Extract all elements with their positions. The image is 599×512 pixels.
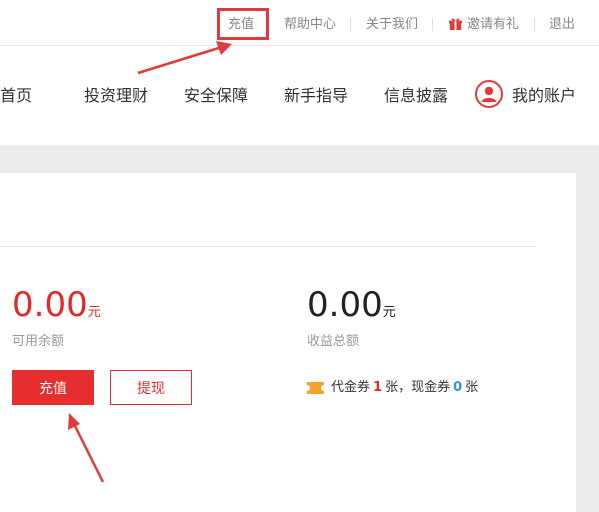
- top-link-help-center[interactable]: 帮助中心: [284, 16, 336, 33]
- top-utility-bar: 充值 帮助中心 关于我们 邀请有礼 退出: [0, 0, 599, 46]
- recharge-button[interactable]: 充值: [12, 370, 94, 405]
- divider: [350, 18, 351, 31]
- total-income-label: 收益总额: [307, 334, 360, 349]
- voucher-unit: 张，现金券: [385, 380, 451, 395]
- top-link-invite[interactable]: 邀请有礼: [467, 16, 519, 33]
- available-balance-value: 0.00元: [12, 285, 101, 333]
- total-income-value: 0.00元: [307, 285, 396, 333]
- top-link-logout[interactable]: 退出: [549, 16, 575, 33]
- available-balance-amount: 0.00: [12, 285, 88, 325]
- divider: [432, 18, 433, 31]
- card-divider: [0, 246, 536, 247]
- nav-item-home[interactable]: 首页: [0, 86, 32, 106]
- recharge-highlight-box: [217, 8, 269, 40]
- main-nav: 首页 投资理财 安全保障 新手指导 信息披露 我的账户: [0, 46, 599, 144]
- total-income-amount: 0.00: [307, 285, 383, 325]
- available-balance-label: 可用余额: [12, 334, 65, 349]
- voucher-count[interactable]: 1: [373, 380, 382, 395]
- nav-item-investment[interactable]: 投资理财: [84, 86, 148, 106]
- cash-coupon-unit: 张: [465, 380, 479, 395]
- account-card: [0, 173, 576, 512]
- nav-item-disclosure[interactable]: 信息披露: [384, 86, 448, 106]
- nav-item-security[interactable]: 安全保障: [184, 86, 248, 106]
- gift-icon: [448, 18, 463, 31]
- available-balance-unit: 元: [87, 305, 101, 320]
- top-link-about-us[interactable]: 关于我们: [366, 16, 418, 33]
- total-income-unit: 元: [382, 305, 396, 320]
- divider: [534, 18, 535, 31]
- cash-coupon-count[interactable]: 0: [453, 380, 462, 395]
- coupon-summary: 代金券 1 张，现金券 0 张: [304, 379, 479, 396]
- coupon-ticket-icon: [304, 381, 327, 394]
- nav-item-beginner-guide[interactable]: 新手指导: [284, 86, 348, 106]
- user-avatar-icon[interactable]: [475, 80, 503, 108]
- withdraw-button[interactable]: 提现: [110, 370, 192, 405]
- nav-item-my-account[interactable]: 我的账户: [512, 86, 576, 106]
- voucher-label: 代金券: [331, 380, 371, 395]
